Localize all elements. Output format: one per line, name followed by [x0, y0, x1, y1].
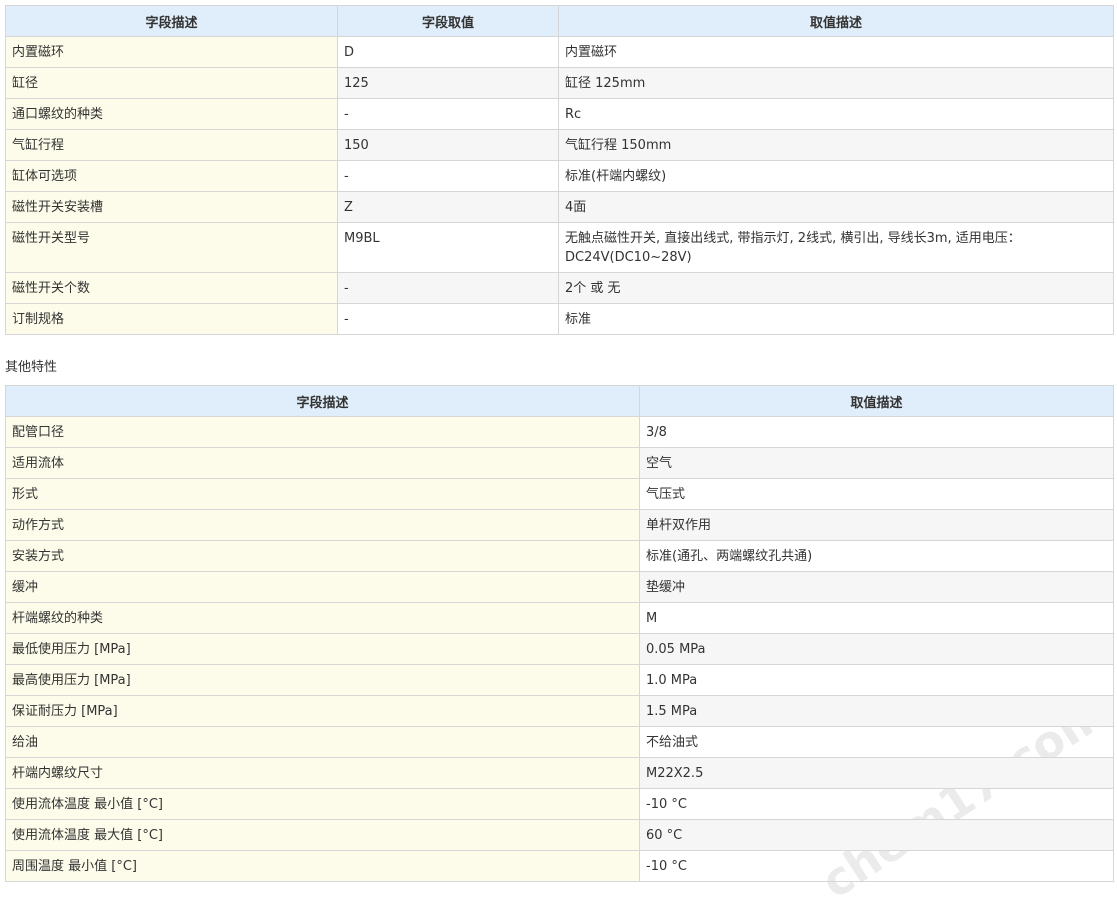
table-row: 保证耐压力 [MPa] 1.5 MPa — [5, 695, 1114, 727]
table-row: 动作方式 单杆双作用 — [5, 509, 1114, 541]
field-desc-cell: 磁性开关型号 — [5, 222, 338, 273]
table-header-row: 字段描述 字段取值 取值描述 — [5, 5, 1114, 37]
field-desc-cell: 缸径 — [5, 67, 338, 99]
field-desc-cell: 使用流体温度 最大值 [°C] — [5, 819, 640, 851]
table-row: 缓冲 垫缓冲 — [5, 571, 1114, 603]
spec-table-main: 字段描述 字段取值 取值描述 内置磁环 D 内置磁环 缸径 125 缸径 125… — [5, 5, 1114, 335]
value-desc-cell: -10 °C — [639, 850, 1114, 882]
value-desc-cell: 单杆双作用 — [639, 509, 1114, 541]
field-desc-cell: 动作方式 — [5, 509, 640, 541]
value-desc-cell: 垫缓冲 — [639, 571, 1114, 603]
table-row: 缸径 125 缸径 125mm — [5, 67, 1114, 99]
field-desc-cell: 形式 — [5, 478, 640, 510]
field-desc-cell: 周围温度 最小值 [°C] — [5, 850, 640, 882]
table-row: 缸体可选项 - 标准(杆端内螺纹) — [5, 160, 1114, 192]
field-desc-cell: 保证耐压力 [MPa] — [5, 695, 640, 727]
field-desc-cell: 使用流体温度 最小值 [°C] — [5, 788, 640, 820]
field-value-cell: 125 — [337, 67, 559, 99]
table-row: 磁性开关个数 - 2个 或 无 — [5, 272, 1114, 304]
value-desc-cell: 内置磁环 — [558, 36, 1114, 68]
value-desc-cell: 标准(通孔、两端螺纹孔共通) — [639, 540, 1114, 572]
table-row: 磁性开关型号 M9BL 无触点磁性开关, 直接出线式, 带指示灯, 2线式, 横… — [5, 222, 1114, 273]
value-desc-cell: 缸径 125mm — [558, 67, 1114, 99]
field-desc-cell: 内置磁环 — [5, 36, 338, 68]
table-row: 最高使用压力 [MPa] 1.0 MPa — [5, 664, 1114, 696]
value-desc-cell: 气缸行程 150mm — [558, 129, 1114, 161]
field-desc-cell: 通口螺纹的种类 — [5, 98, 338, 130]
value-desc-cell: Rc — [558, 98, 1114, 130]
value-desc-cell: 1.0 MPa — [639, 664, 1114, 696]
table-row: 使用流体温度 最小值 [°C] -10 °C — [5, 788, 1114, 820]
table-row: 杆端螺纹的种类 M — [5, 602, 1114, 634]
field-desc-cell: 缓冲 — [5, 571, 640, 603]
field-value-cell: Z — [337, 191, 559, 223]
table-row: 使用流体温度 最大值 [°C] 60 °C — [5, 819, 1114, 851]
field-desc-cell: 给油 — [5, 726, 640, 758]
field-desc-cell: 磁性开关个数 — [5, 272, 338, 304]
field-value-cell: D — [337, 36, 559, 68]
table-row: 杆端内螺纹尺寸 M22X2.5 — [5, 757, 1114, 789]
value-desc-cell: M22X2.5 — [639, 757, 1114, 789]
field-desc-cell: 杆端内螺纹尺寸 — [5, 757, 640, 789]
table-row: 订制规格 - 标准 — [5, 303, 1114, 335]
field-desc-cell: 杆端螺纹的种类 — [5, 602, 640, 634]
header-field-desc: 字段描述 — [5, 385, 640, 417]
value-desc-cell: 空气 — [639, 447, 1114, 479]
field-desc-cell: 安装方式 — [5, 540, 640, 572]
value-desc-cell: 1.5 MPa — [639, 695, 1114, 727]
value-desc-cell: 3/8 — [639, 416, 1114, 448]
value-desc-cell: 0.05 MPa — [639, 633, 1114, 665]
value-desc-cell: 4面 — [558, 191, 1114, 223]
value-desc-cell: 2个 或 无 — [558, 272, 1114, 304]
header-value-desc: 取值描述 — [558, 5, 1114, 37]
value-desc-cell: -10 °C — [639, 788, 1114, 820]
section-title-other-features: 其他特性 — [5, 360, 58, 375]
field-value-cell: M9BL — [337, 222, 559, 273]
value-desc-cell: 气压式 — [639, 478, 1114, 510]
table-row: 给油 不给油式 — [5, 726, 1114, 758]
field-desc-cell: 最低使用压力 [MPa] — [5, 633, 640, 665]
table-row: 适用流体 空气 — [5, 447, 1114, 479]
table-row: 通口螺纹的种类 - Rc — [5, 98, 1114, 130]
table-row: 配管口径 3/8 — [5, 416, 1114, 448]
table-row: 最低使用压力 [MPa] 0.05 MPa — [5, 633, 1114, 665]
spec-table-other: 字段描述 取值描述 配管口径 3/8 适用流体 空气 形式 气压式 动作方式 单杆双作用… — [5, 385, 1114, 882]
header-field-value: 字段取值 — [337, 5, 559, 37]
table-row: 气缸行程 150 气缸行程 150mm — [5, 129, 1114, 161]
table-row: 安装方式 标准(通孔、两端螺纹孔共通) — [5, 540, 1114, 572]
field-desc-cell: 适用流体 — [5, 447, 640, 479]
header-value-desc: 取值描述 — [639, 385, 1114, 417]
table-header-row: 字段描述 取值描述 — [5, 385, 1114, 417]
field-value-cell: - — [337, 303, 559, 335]
value-desc-cell: 不给油式 — [639, 726, 1114, 758]
value-desc-cell: 标准(杆端内螺纹) — [558, 160, 1114, 192]
value-desc-cell: 无触点磁性开关, 直接出线式, 带指示灯, 2线式, 横引出, 导线长3m, 适… — [558, 222, 1114, 273]
field-value-cell: 150 — [337, 129, 559, 161]
header-field-desc: 字段描述 — [5, 5, 338, 37]
field-desc-cell: 最高使用压力 [MPa] — [5, 664, 640, 696]
value-desc-cell: M — [639, 602, 1114, 634]
table-row: 周围温度 最小值 [°C] -10 °C — [5, 850, 1114, 882]
table-row: 形式 气压式 — [5, 478, 1114, 510]
field-desc-cell: 气缸行程 — [5, 129, 338, 161]
value-desc-cell: 标准 — [558, 303, 1114, 335]
field-value-cell: - — [337, 272, 559, 304]
value-desc-cell: 60 °C — [639, 819, 1114, 851]
table-row: 磁性开关安装槽 Z 4面 — [5, 191, 1114, 223]
field-desc-cell: 磁性开关安装槽 — [5, 191, 338, 223]
field-value-cell: - — [337, 98, 559, 130]
field-value-cell: - — [337, 160, 559, 192]
field-desc-cell: 缸体可选项 — [5, 160, 338, 192]
table-row: 内置磁环 D 内置磁环 — [5, 36, 1114, 68]
field-desc-cell: 配管口径 — [5, 416, 640, 448]
field-desc-cell: 订制规格 — [5, 303, 338, 335]
